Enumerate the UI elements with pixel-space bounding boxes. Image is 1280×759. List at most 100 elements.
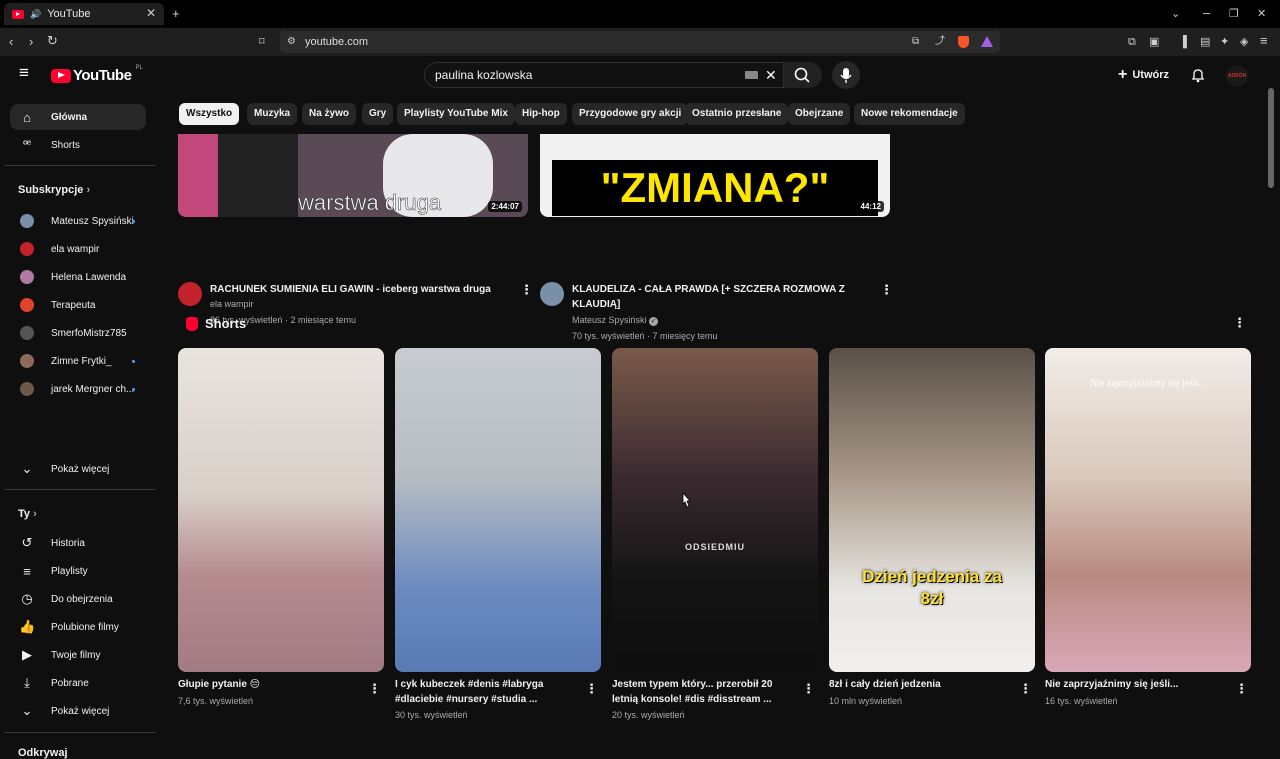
- chip-filter[interactable]: Gry: [362, 103, 394, 125]
- short-title[interactable]: Głupie pytanie 😔: [178, 677, 358, 692]
- wallet-icon[interactable]: ▤: [1200, 35, 1210, 49]
- close-window-icon[interactable]: ✕: [1257, 7, 1266, 21]
- short-thumbnail[interactable]: [178, 348, 384, 672]
- watch-later-icon: ◷: [21, 591, 33, 606]
- short-thumbnail[interactable]: Dzień jedzenia za 8zł: [829, 348, 1035, 672]
- chip-filter[interactable]: Obejrzane: [788, 103, 851, 125]
- video-title[interactable]: RACHUNEK SUMIENIA ELI GAWIN - iceberg wa…: [210, 282, 510, 297]
- account-avatar[interactable]: ADRON: [1226, 65, 1248, 87]
- short-title[interactable]: Nie zaprzyjaźnimy się jeśli...: [1045, 677, 1225, 692]
- forward-icon[interactable]: ›: [29, 35, 33, 49]
- leo-ai-icon[interactable]: ✦: [1220, 35, 1229, 49]
- sidebar-divider: [4, 732, 156, 733]
- short-title[interactable]: I cyk kubeczek #denis #labryga #dlaciebi…: [395, 677, 575, 707]
- search-icon: [794, 67, 810, 83]
- brave-rewards-icon[interactable]: [981, 36, 993, 47]
- sidebar-you-item[interactable]: ≡ Playlisty: [10, 558, 146, 584]
- more-options-icon[interactable]: ⋮: [520, 282, 533, 298]
- sidebar-you-item[interactable]: ↺ Historia: [10, 530, 146, 556]
- chip-filter[interactable]: Muzyka: [247, 103, 298, 125]
- chip-filter[interactable]: Hip-hop: [515, 103, 567, 125]
- subscription-name: Zimne Frytki_: [51, 355, 112, 367]
- open-external-icon[interactable]: ⧉: [912, 35, 919, 49]
- minimize-icon[interactable]: –: [1203, 6, 1210, 20]
- you-header[interactable]: Ty ›: [18, 508, 37, 520]
- menu-icon[interactable]: ≡: [1260, 34, 1268, 48]
- screenshot-icon[interactable]: ▣: [1149, 35, 1159, 49]
- chip-filter[interactable]: Ostatnio przesłane: [685, 103, 789, 125]
- new-content-dot: [132, 219, 135, 223]
- channel-name[interactable]: ela wampir: [210, 297, 254, 312]
- chip-filter[interactable]: Nowe rekomendacje: [854, 103, 965, 125]
- voice-search-button[interactable]: [832, 61, 860, 89]
- subscriptions-header[interactable]: Subskrypcje ›: [18, 184, 90, 196]
- sidebar-item-shorts[interactable]: ꟹ Shorts: [10, 132, 146, 158]
- page-scrollbar-thumb[interactable]: [1268, 88, 1274, 188]
- more-options-icon[interactable]: ⋮: [368, 681, 381, 697]
- more-options-icon[interactable]: ⋮: [1235, 681, 1248, 697]
- sidebar-you-item[interactable]: ⤓ Pobrane: [10, 670, 146, 696]
- keyboard-icon[interactable]: [745, 71, 758, 79]
- sidebar-subscription-item[interactable]: SmerfoMistrz785: [10, 320, 146, 346]
- short-thumbnail[interactable]: Nie zaprzyjaźnimy się jeśli...: [1045, 348, 1251, 672]
- video-thumbnail[interactable]: warstwa druga 2:44:07: [178, 134, 528, 217]
- short-thumbnail[interactable]: [395, 348, 601, 672]
- short-title[interactable]: Jestem typem który... przerobił 20 letni…: [612, 677, 792, 707]
- short-title[interactable]: 8zł i cały dzień jedzenia: [829, 677, 1009, 692]
- reload-icon[interactable]: ↻: [47, 34, 58, 48]
- short-thumbnail[interactable]: ODSIEDMIU: [612, 348, 818, 672]
- more-options-icon[interactable]: ⋮: [880, 282, 893, 298]
- more-options-icon[interactable]: ⋮: [585, 681, 598, 697]
- sidebar-you-item[interactable]: 👍 Polubione filmy: [10, 614, 146, 640]
- share-icon[interactable]: ⤴: [935, 35, 945, 49]
- explore-header: Odkrywaj: [18, 747, 68, 759]
- chip-filter[interactable]: Playlisty YouTube Mix: [397, 103, 515, 125]
- address-bar[interactable]: ⚙ youtube.com ⧉ ⤴: [280, 31, 1000, 53]
- search-input[interactable]: paulina kozlowska ✕: [424, 62, 784, 88]
- sidebar-subscription-item[interactable]: Zimne Frytki_: [10, 348, 146, 374]
- channel-avatar: [20, 382, 34, 396]
- channel-name[interactable]: Mateusz Spysiński ✓: [572, 313, 659, 328]
- restore-icon[interactable]: ❐: [1229, 7, 1239, 21]
- sidebar-you-item[interactable]: ⌄ Pokaż więcej: [10, 698, 146, 724]
- chip-filter[interactable]: Przygodowe gry akcji: [572, 103, 689, 125]
- sidebar-subscription-item[interactable]: ela wampir: [10, 236, 146, 262]
- channel-avatar[interactable]: [540, 282, 564, 306]
- youtube-logo[interactable]: YouTube PL: [51, 65, 143, 84]
- clear-search-icon[interactable]: ✕: [765, 63, 777, 87]
- new-tab-icon[interactable]: +: [172, 7, 180, 21]
- browser-tab[interactable]: 🔊 YouTube ✕: [4, 3, 164, 25]
- channel-avatar[interactable]: [178, 282, 202, 306]
- short-views: 10 mln wyświetleń: [829, 696, 903, 706]
- vpn-icon[interactable]: ◈: [1240, 35, 1248, 49]
- chip-filter[interactable]: Wszystko: [179, 103, 240, 125]
- more-options-icon[interactable]: ⋮: [1019, 681, 1032, 697]
- sidebar-subscription-item[interactable]: Terapeuta: [10, 292, 146, 318]
- sidebar-you-item[interactable]: ▶ Twoje filmy: [10, 642, 146, 668]
- sidebar-item-home[interactable]: ⌂ Główna: [10, 104, 146, 130]
- back-icon[interactable]: ‹: [9, 35, 13, 49]
- sidebar-icon[interactable]: ▐: [1179, 35, 1187, 49]
- extensions-icon[interactable]: ⧉: [1128, 35, 1136, 49]
- search-button[interactable]: [784, 62, 822, 88]
- more-options-icon[interactable]: ⋮: [802, 681, 815, 697]
- video-thumbnail[interactable]: "ZMIANA?" 44:12: [540, 134, 890, 217]
- close-tab-icon[interactable]: ✕: [146, 6, 156, 20]
- bookmark-icon[interactable]: ⌑: [259, 35, 265, 49]
- site-settings-icon[interactable]: ⚙: [287, 35, 296, 49]
- short-views: 7,6 tys. wyświetleń: [178, 696, 254, 706]
- brave-shield-icon[interactable]: [958, 36, 969, 48]
- video-title[interactable]: KLAUDELIZA - CAŁA PRAWDA [+ SZCZERA ROZM…: [572, 282, 862, 312]
- chip-filter[interactable]: Na żywo: [302, 103, 357, 125]
- sidebar-subscription-item[interactable]: Helena Lawenda: [10, 264, 146, 290]
- notifications-bell-icon[interactable]: [1190, 67, 1206, 83]
- sidebar-subscription-item[interactable]: Mateusz Spysiński: [10, 208, 146, 234]
- chevron-down-icon[interactable]: ⌄: [1171, 7, 1180, 21]
- chevron-right-icon: ›: [86, 184, 91, 196]
- sidebar-show-more-subs[interactable]: ⌄ Pokaż więcej: [10, 456, 146, 482]
- sidebar-you-item[interactable]: ◷ Do obejrzenia: [10, 586, 146, 612]
- hamburger-menu-icon[interactable]: ≡: [19, 64, 29, 81]
- create-button[interactable]: + Utwórz: [1118, 66, 1169, 84]
- sidebar-subscription-item[interactable]: jarek Mergner ch...: [10, 376, 146, 402]
- shorts-more-options-icon[interactable]: ⋮: [1233, 315, 1246, 331]
